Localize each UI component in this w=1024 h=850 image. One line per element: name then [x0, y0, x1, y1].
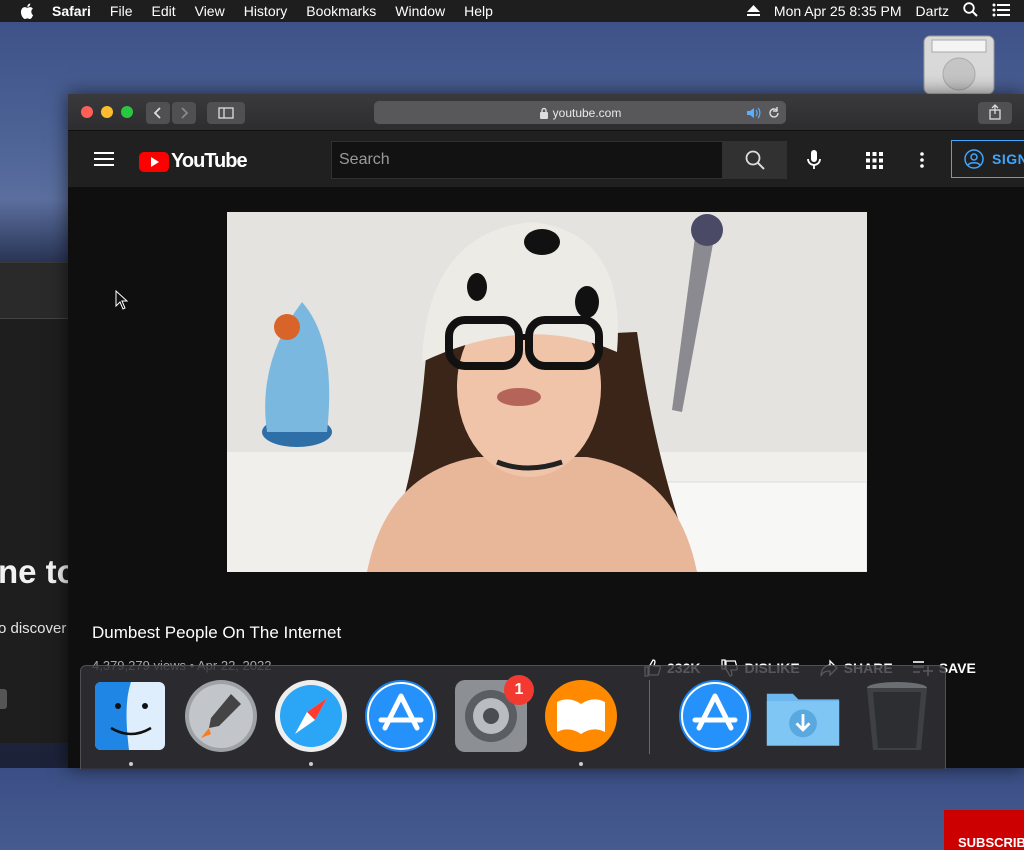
lock-icon: [539, 107, 548, 119]
account-icon: [964, 149, 984, 169]
mouse-cursor-icon: [115, 290, 129, 310]
youtube-logo[interactable]: YouTube: [139, 150, 248, 173]
downloads-folder-icon[interactable]: [765, 678, 841, 754]
background-window[interactable]: ne to o discover: [0, 262, 77, 743]
user-name[interactable]: Dartz: [916, 3, 949, 19]
search-icon: [745, 150, 765, 170]
notification-center-icon[interactable]: [992, 3, 1010, 20]
menu-bar: Safari File Edit View History Bookmarks …: [0, 0, 1024, 22]
background-button[interactable]: [0, 689, 7, 709]
background-text: o discover: [0, 620, 67, 637]
menu-file[interactable]: File: [110, 3, 133, 19]
dock-separator: [649, 680, 650, 754]
chevron-left-icon: [153, 107, 161, 119]
minimize-window-button[interactable]: [101, 106, 113, 118]
sign-in-label: SIGN: [992, 151, 1024, 167]
more-options-icon[interactable]: [920, 152, 924, 168]
microphone-icon[interactable]: [807, 150, 821, 170]
subscribe-button[interactable]: SUBSCRIBE: [944, 810, 1024, 850]
hard-disk-icon[interactable]: [922, 34, 996, 95]
forward-button[interactable]: [172, 102, 196, 124]
finder-running-indicator: [129, 762, 133, 766]
menu-help[interactable]: Help: [464, 3, 493, 19]
subscribe-label: SUBSCRIBE: [958, 835, 1024, 850]
apple-menu-icon[interactable]: [20, 3, 34, 19]
hamburger-menu-icon[interactable]: [94, 152, 114, 167]
youtube-play-logo-icon: [139, 151, 169, 172]
notification-badge: 1: [504, 675, 534, 705]
sidebar-toggle-button[interactable]: [207, 102, 245, 124]
background-heading: ne to: [0, 553, 77, 590]
sidebar-icon: [218, 107, 234, 119]
dock: 1: [80, 665, 946, 769]
url-text: youtube.com: [552, 105, 622, 120]
eject-icon[interactable]: [746, 3, 760, 19]
launchpad-icon[interactable]: [183, 678, 259, 754]
apps-grid-icon[interactable]: [866, 152, 883, 169]
address-bar[interactable]: youtube.com: [374, 101, 786, 124]
search-placeholder: Search: [339, 151, 390, 168]
menu-window[interactable]: Window: [395, 3, 445, 19]
audio-playing-icon[interactable]: [746, 107, 762, 119]
safari-icon[interactable]: [273, 678, 349, 754]
back-button[interactable]: [146, 102, 170, 124]
finder-icon[interactable]: [93, 678, 169, 754]
video-player[interactable]: [227, 212, 867, 572]
menu-history[interactable]: History: [244, 3, 288, 19]
video-frame-image: [227, 212, 867, 572]
menu-view[interactable]: View: [195, 3, 225, 19]
search-button[interactable]: [723, 141, 787, 179]
app-store-icon[interactable]: [363, 678, 439, 754]
reload-icon[interactable]: [768, 107, 780, 119]
spotlight-search-icon[interactable]: [963, 2, 978, 20]
safari-toolbar: youtube.com: [68, 94, 1024, 131]
background-window-toolbar: [0, 263, 70, 319]
zoom-window-button[interactable]: [121, 106, 133, 118]
books-running-indicator: [579, 762, 583, 766]
close-window-button[interactable]: [81, 106, 93, 118]
app-store-download-icon[interactable]: [677, 678, 753, 754]
search-input[interactable]: Search: [331, 141, 723, 179]
menu-edit[interactable]: Edit: [151, 3, 175, 19]
menu-bookmarks[interactable]: Bookmarks: [306, 3, 376, 19]
menu-app-name[interactable]: Safari: [52, 3, 91, 19]
youtube-header: YouTube Search SIGN: [68, 131, 1024, 187]
books-icon[interactable]: [543, 678, 619, 754]
sign-in-button[interactable]: SIGN: [951, 140, 1024, 178]
video-title: Dumbest People On The Internet: [92, 623, 342, 642]
safari-running-indicator: [309, 762, 313, 766]
trash-icon[interactable]: [859, 678, 935, 754]
clock[interactable]: Mon Apr 25 8:35 PM: [774, 3, 902, 19]
share-button[interactable]: [978, 102, 1012, 124]
youtube-logo-text: YouTube: [171, 150, 248, 172]
share-icon: [989, 104, 1001, 120]
chevron-right-icon: [181, 107, 189, 119]
